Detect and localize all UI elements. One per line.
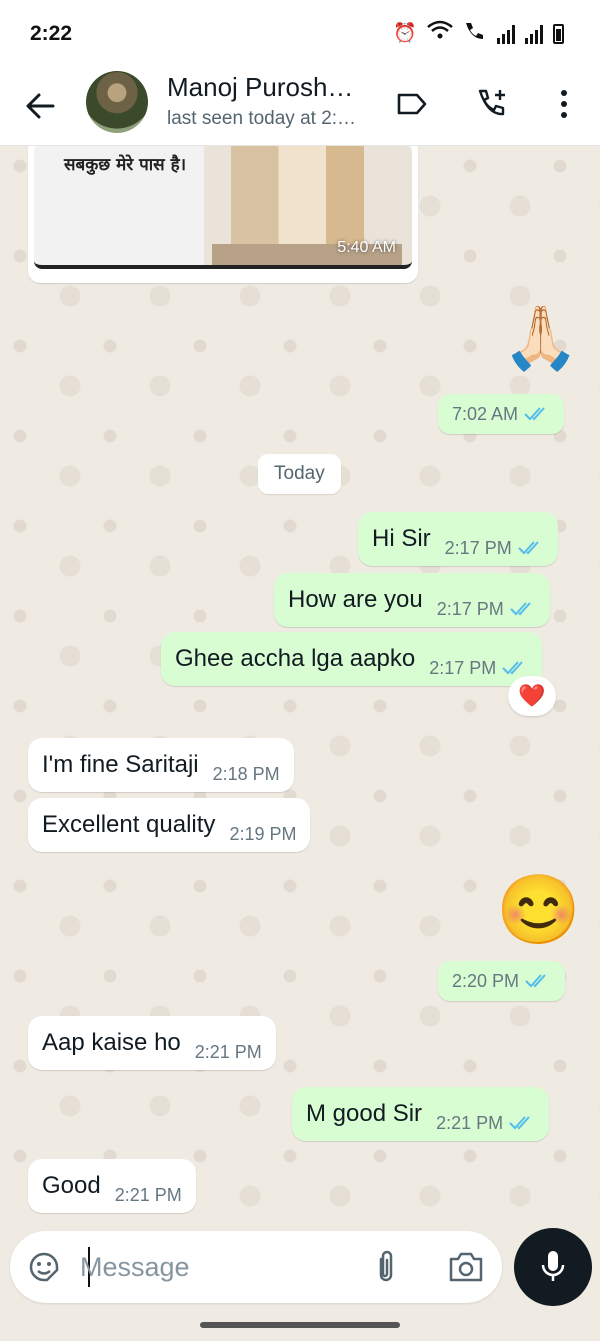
camera-icon	[449, 1252, 483, 1282]
message-text: Excellent quality	[42, 811, 216, 838]
image-message-time: 5:40 AM	[337, 239, 396, 256]
alarm-icon: ⏰	[393, 22, 417, 44]
message-bubble-in[interactable]: Excellent quality 2:19 PM	[28, 798, 311, 852]
paperclip-icon	[379, 1250, 393, 1282]
attach-button[interactable]	[366, 1247, 406, 1287]
message-time: 2:21 PM	[194, 1041, 262, 1062]
message-image[interactable]: सबकुछ मेरे पास है। 5:40 AM	[34, 146, 412, 269]
image-message[interactable]: सबकुछ मेरे पास है। 5:40 AM	[28, 146, 418, 283]
voice-message-button[interactable]	[514, 1228, 592, 1306]
message-bubble-out[interactable]: M good Sir 2:21 PM	[292, 1087, 550, 1141]
camera-button[interactable]	[446, 1247, 486, 1287]
more-options-button[interactable]	[544, 84, 584, 124]
message-meta: 2:21 PM	[115, 1185, 182, 1206]
message-meta: 2:19 PM	[229, 824, 296, 845]
read-ticks-icon	[525, 974, 546, 988]
message-meta: 2:17 PM	[437, 599, 536, 620]
message-meta: 2:17 PM	[429, 658, 528, 679]
phone-plus-icon	[478, 89, 505, 116]
contact-avatar[interactable]	[86, 71, 148, 133]
read-ticks-icon	[518, 541, 539, 555]
chat-header: Manoj Purosh… last seen today at 2:…	[0, 66, 600, 146]
message-meta: 2:18 PM	[213, 764, 280, 785]
message-bubble-in[interactable]: I'm fine Saritaji 2:18 PM	[28, 738, 294, 792]
gesture-navigation-handle[interactable]	[200, 1322, 400, 1328]
status-icons: ⏰	[393, 20, 564, 47]
message-bubble-in[interactable]: Aap kaise ho 2:21 PM	[28, 1016, 276, 1070]
arrow-left-icon	[26, 93, 55, 119]
message-meta: 2:21 PM	[195, 1042, 262, 1063]
message-time: 7:02 AM	[452, 403, 519, 424]
message-time: 2:19 PM	[229, 823, 297, 844]
signal-icon-1	[497, 24, 515, 44]
wifi-call-icon	[463, 20, 487, 47]
message-text: M good Sir	[306, 1100, 423, 1127]
read-ticks-icon	[502, 661, 523, 675]
message-text: Good	[42, 1172, 101, 1199]
message-meta: 7:02 AM	[438, 394, 565, 434]
message-time: 2:20 PM	[452, 970, 520, 991]
wifi-icon	[427, 20, 453, 47]
message-meta: 2:20 PM	[438, 961, 566, 1001]
message-bubble-out[interactable]: How are you 2:17 PM	[274, 573, 550, 627]
sticker-button[interactable]	[24, 1247, 64, 1287]
label-button[interactable]	[392, 84, 432, 124]
read-ticks-icon	[509, 1116, 530, 1130]
image-caption: सबकुछ मेरे पास है।	[64, 155, 187, 175]
status-bar: 2:22 ⏰	[0, 0, 600, 66]
emoji-message[interactable]: 🙏🏻	[502, 308, 579, 370]
message-time: 2:17 PM	[429, 657, 497, 678]
message-composer	[10, 1231, 502, 1303]
read-ticks-icon	[510, 602, 531, 616]
status-time: 2:22	[30, 22, 73, 45]
contact-last-seen[interactable]: last seen today at 2:…	[167, 108, 356, 130]
message-text: How are you	[288, 586, 423, 613]
message-bubble-out[interactable]: Ghee accha lga aapko 2:17 PM	[161, 632, 543, 686]
message-time: 2:21 PM	[114, 1184, 182, 1205]
message-text: Hi Sir	[372, 525, 431, 552]
message-text: Aap kaise ho	[42, 1029, 181, 1056]
back-button[interactable]	[20, 86, 60, 126]
message-time: 2:17 PM	[436, 598, 504, 619]
message-text: Ghee accha lga aapko	[175, 645, 416, 672]
more-vert-icon	[561, 90, 567, 118]
message-bubble-out[interactable]: Hi Sir 2:17 PM	[358, 512, 558, 566]
message-meta: 2:17 PM	[445, 538, 544, 559]
read-ticks-icon	[524, 407, 545, 421]
sticker-icon	[29, 1252, 59, 1282]
emoji-message[interactable]: 😊	[496, 876, 581, 944]
battery-icon	[553, 23, 564, 44]
label-icon	[397, 93, 427, 115]
contact-name[interactable]: Manoj Purosh…	[167, 72, 353, 103]
message-input[interactable]	[80, 1245, 360, 1289]
signal-icon-2	[525, 24, 543, 44]
message-time: 2:21 PM	[436, 1112, 504, 1133]
date-divider: Today	[258, 454, 341, 494]
message-meta: 2:21 PM	[436, 1113, 535, 1134]
message-text: I'm fine Saritaji	[42, 751, 199, 778]
microphone-icon	[541, 1251, 565, 1281]
add-call-button[interactable]	[472, 84, 512, 124]
chat-area[interactable]: सबकुछ मेरे पास है। 5:40 AM 🙏🏻 7:02 AM To…	[0, 146, 600, 1226]
heart-reaction[interactable]: ❤️	[508, 676, 556, 716]
message-time: 2:17 PM	[444, 537, 512, 558]
message-bubble-in[interactable]: Good 2:21 PM	[28, 1159, 196, 1213]
message-time: 2:18 PM	[212, 763, 280, 784]
